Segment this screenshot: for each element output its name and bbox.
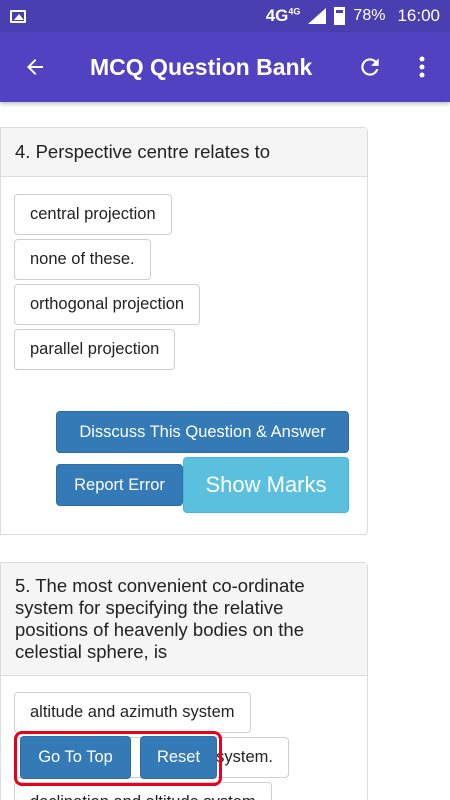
- option-button[interactable]: central projection: [14, 194, 172, 235]
- battery-percent: 78%: [353, 7, 386, 24]
- status-bar: 4G4G 78% 16:00: [0, 0, 450, 32]
- question-text: 5. The most convenient co-ordinate syste…: [1, 563, 367, 676]
- reset-button[interactable]: Reset: [140, 736, 217, 779]
- report-error-button[interactable]: Report Error: [56, 464, 183, 506]
- option-button[interactable]: altitude and azimuth system: [14, 692, 251, 733]
- signal-icon: [308, 8, 327, 24]
- refresh-icon: [361, 58, 379, 76]
- page-title: MCQ Question Bank: [90, 53, 313, 80]
- more-options-button[interactable]: [405, 47, 439, 87]
- option-button[interactable]: none of these.: [14, 239, 151, 280]
- option-button[interactable]: orthogonal projection: [14, 284, 201, 325]
- show-marks-button[interactable]: Show Marks: [183, 457, 349, 513]
- app-bar: MCQ Question Bank: [0, 32, 450, 102]
- refresh-button[interactable]: [350, 47, 390, 87]
- go-to-top-button[interactable]: Go To Top: [20, 736, 131, 779]
- battery-icon: [334, 7, 346, 25]
- more-vert-icon: [419, 56, 425, 78]
- back-button[interactable]: [0, 32, 70, 102]
- discuss-button[interactable]: Disscuss This Question & Answer: [56, 411, 349, 453]
- network-type: 4G4G: [265, 6, 301, 25]
- option-button[interactable]: parallel projection: [14, 329, 176, 370]
- back-arrow-icon: [27, 59, 43, 75]
- option-label: system.: [216, 748, 273, 766]
- question-text: 4. Perspective centre relates to: [1, 128, 367, 177]
- clock: 16:00: [397, 6, 440, 25]
- gallery-notification-icon: [10, 9, 26, 23]
